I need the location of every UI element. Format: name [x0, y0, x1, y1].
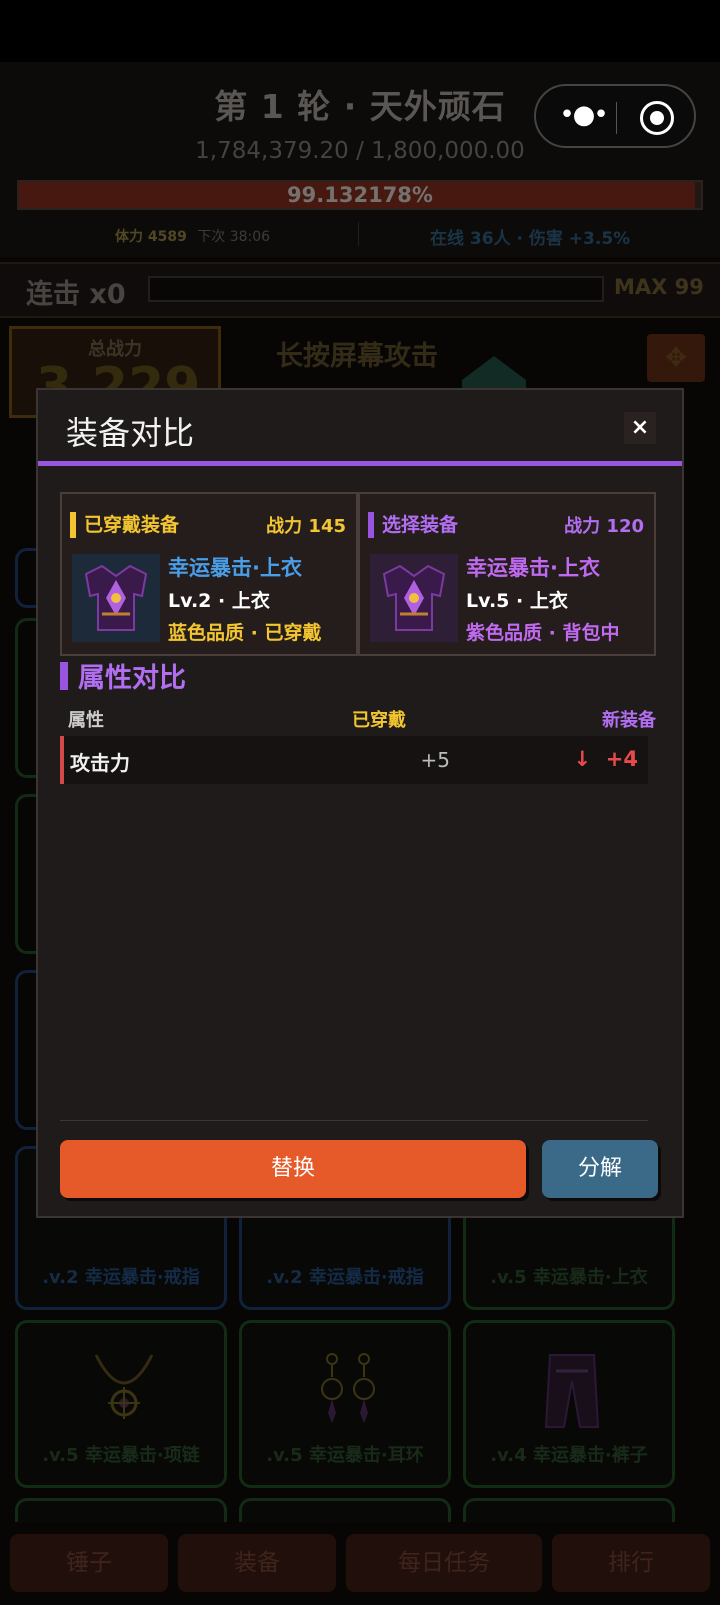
current-item-level: Lv.2 · 上衣 [168, 590, 270, 612]
attribute-name: 攻击力 [70, 751, 130, 775]
current-card-power: 战力 145 [266, 516, 346, 537]
decrease-arrow-icon: ↓ [573, 747, 592, 771]
selected-card-power: 战力 120 [564, 516, 644, 537]
attribute-new-value: ↓ +4 [574, 747, 638, 771]
column-header-worn: 已穿戴 [352, 710, 406, 731]
more-menu-icon[interactable]: •●• [556, 100, 610, 132]
section-accent [60, 662, 68, 690]
attribute-row-accent [60, 736, 64, 784]
close-miniprogram-icon[interactable] [640, 101, 674, 135]
attribute-worn-value: +5 [420, 748, 450, 772]
selected-item-quality: 紫色品质 · 背包中 [466, 622, 620, 644]
modal-header: 装备对比 × [38, 390, 682, 466]
footer-divider [60, 1120, 648, 1121]
selected-item-level: Lv.5 · 上衣 [466, 590, 568, 612]
attribute-row: 攻击力 +5 ↓ +4 [60, 736, 648, 784]
selected-equipment-card: 选择装备 战力 120 幸运暴击·上衣 Lv.5 · 上衣 紫色品质 · 背包中 [358, 492, 656, 656]
miniprogram-capsule: •●• [534, 84, 696, 148]
armor-icon [72, 554, 160, 642]
attribute-new-number: +4 [605, 747, 638, 771]
equipment-compare-modal: 装备对比 × 已穿戴装备 战力 145 幸运暴击·上衣 Lv.2 · 上衣 蓝色… [36, 388, 684, 1218]
selected-item-name: 幸运暴击·上衣 [466, 556, 600, 580]
modal-title: 装备对比 [66, 414, 195, 452]
close-button[interactable]: × [624, 412, 656, 444]
current-item-quality: 蓝色品质 · 已穿戴 [168, 622, 322, 644]
column-header-attribute: 属性 [68, 710, 104, 731]
current-equipment-card: 已穿戴装备 战力 145 幸运暴击·上衣 Lv.2 · 上衣 蓝色品质 · 已穿… [60, 492, 358, 656]
current-item-name: 幸运暴击·上衣 [168, 556, 302, 580]
selected-card-accent [368, 512, 374, 538]
decompose-button[interactable]: 分解 [542, 1140, 658, 1198]
current-card-heading: 已穿戴装备 [84, 514, 180, 536]
attribute-compare-title: 属性对比 [78, 663, 186, 694]
capsule-divider [616, 102, 617, 134]
current-card-accent [70, 512, 76, 538]
armor-icon [370, 554, 458, 642]
column-header-new: 新装备 [602, 710, 656, 731]
selected-card-heading: 选择装备 [382, 514, 459, 536]
replace-button[interactable]: 替换 [60, 1140, 526, 1198]
